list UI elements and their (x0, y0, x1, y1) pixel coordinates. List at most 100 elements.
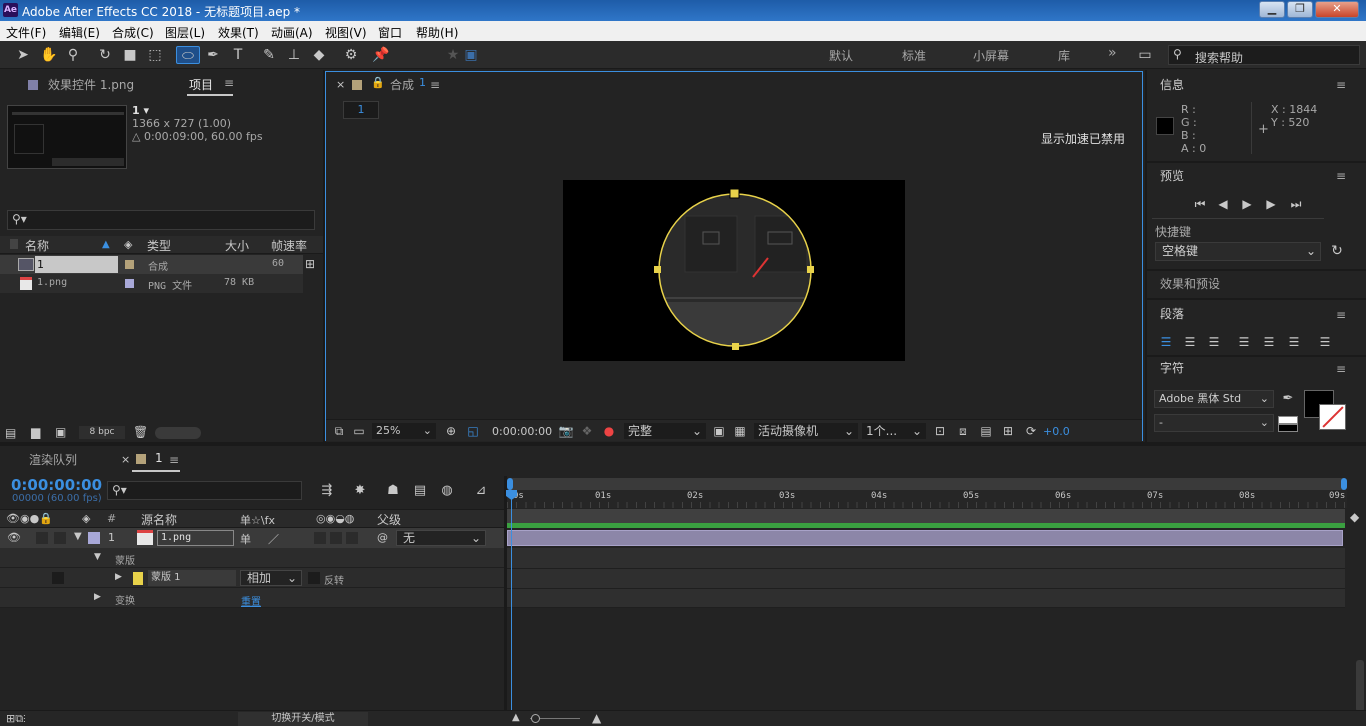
toggle-pixel-aspect-icon[interactable]: ⊡ (931, 422, 949, 440)
resolution-dropdown[interactable]: 完整 ⌄ (624, 423, 706, 439)
monitor-icon[interactable]: ▭ (350, 422, 368, 440)
project-row-png[interactable]: 1.png PNG 文件 78 KB (0, 274, 303, 293)
expand-layer-icon[interactable]: ▼ (74, 531, 82, 542)
reset-exposure-icon[interactable]: ⟳ (1022, 422, 1040, 440)
label-color-swatch[interactable] (125, 279, 134, 288)
flowchart-icon[interactable]: ⊞ (305, 257, 315, 271)
mask-lock-toggle[interactable] (52, 572, 64, 584)
hand-tool-icon[interactable]: ✋ (40, 46, 58, 64)
selection-tool-icon[interactable]: ➤ (14, 46, 32, 64)
delete-icon[interactable]: 🗑 (133, 425, 148, 439)
flowchart-icon[interactable]: ⊞ (999, 422, 1017, 440)
zoom-out-icon[interactable]: ▲ (512, 712, 520, 723)
mask-row[interactable]: ▶ 蒙版 1 相加 ⌄ 反转 (0, 568, 504, 588)
mask-color-swatch[interactable] (133, 572, 143, 585)
help-search-input[interactable]: ⚲ 搜索帮助 (1168, 45, 1360, 65)
justify-all-icon[interactable]: ☰ (1316, 333, 1334, 351)
layer-name[interactable]: 1.png (157, 530, 234, 546)
menu-composition[interactable]: 合成(C) (112, 24, 154, 41)
timeline-scrollbar[interactable] (1356, 660, 1364, 712)
solo-toggle[interactable] (54, 532, 66, 544)
layer-switches-icons[interactable]: ⊞⧉⫶ (6, 712, 26, 726)
quality-switch-icon[interactable]: ／ (268, 531, 279, 547)
rotate-tool-icon[interactable]: ↻ (96, 46, 114, 64)
project-item-name[interactable]: 1 (35, 256, 118, 273)
toggle-switches-modes-button[interactable]: 切换开关/模式 (238, 712, 368, 726)
lock-icon[interactable]: 🔒 (371, 76, 385, 89)
project-search-input[interactable]: ⚲▾ (7, 210, 315, 230)
ellipse-tool-icon[interactable]: ⬭ (176, 46, 200, 64)
mask-visibility-icon[interactable]: ◱ (464, 422, 482, 440)
channels-icon[interactable]: ● (600, 422, 618, 440)
transform-row[interactable]: ▶ 变换 重置 (0, 588, 504, 608)
color-depth-button[interactable]: 8 bpc (79, 426, 125, 439)
minimize-button[interactable]: ▁ (1259, 1, 1285, 18)
tab-effect-controls[interactable]: 效果控件 1.png (48, 76, 134, 93)
column-source-name[interactable]: 源名称 (141, 511, 177, 528)
align-right-icon[interactable]: ☰ (1205, 333, 1223, 351)
eyedropper-icon[interactable]: ✒ (1279, 390, 1297, 408)
tab-timeline-comp[interactable]: 1 (155, 451, 163, 465)
workspace-menu-icon[interactable]: ▭ (1136, 46, 1154, 64)
mask-mode-dropdown[interactable]: 相加 ⌄ (240, 570, 302, 586)
thumbnail-zoom-slider[interactable] (155, 427, 201, 439)
column-name[interactable]: 名称 (25, 237, 49, 254)
layer-row[interactable]: 👁 ▼ 1 1.png 单 ／ @ 无 ⌄ (0, 528, 504, 548)
work-area-range[interactable] (507, 523, 1345, 528)
menu-edit[interactable]: 编辑(E) (59, 24, 100, 41)
transparency-grid-icon[interactable]: ▦ (731, 422, 749, 440)
puppet-pin-tool-icon[interactable]: 📌 (372, 46, 390, 64)
justify-left-icon[interactable]: ☰ (1235, 333, 1253, 351)
snapping-icon[interactable]: ▣ (462, 46, 480, 64)
current-time-display[interactable]: 0:00:00:00 (11, 476, 102, 494)
character-panel-menu-icon[interactable]: ≡ (1336, 362, 1346, 376)
motion-blur-switch[interactable] (330, 532, 342, 544)
camera-view-dropdown[interactable]: 活动摄像机 ⌄ (754, 423, 858, 439)
time-navigator-bar[interactable] (507, 478, 1347, 490)
fast-previews-icon[interactable]: ⧈ (954, 422, 972, 440)
restore-button[interactable]: ❐ (1287, 1, 1313, 18)
expand-transform-icon[interactable]: ▶ (94, 592, 101, 602)
timeline-icon[interactable]: ▤ (977, 422, 995, 440)
tab-render-queue[interactable]: 渲染队列 (29, 451, 77, 468)
mask-vertex-bottom[interactable] (732, 343, 739, 350)
invert-checkbox[interactable] (308, 572, 320, 584)
always-preview-icon[interactable]: ⧉ (330, 422, 348, 440)
column-type[interactable]: 类型 (147, 237, 171, 254)
next-frame-icon[interactable]: ▶ (1262, 195, 1280, 213)
mask-vertex-top[interactable] (729, 188, 740, 199)
new-composition-icon[interactable]: ▣ (55, 425, 66, 439)
camera-tool-icon[interactable]: ■ (121, 46, 139, 64)
frame-blending-icon[interactable]: ▤ (411, 482, 429, 500)
menu-effect[interactable]: 效果(T) (218, 24, 259, 41)
zoom-in-icon[interactable]: ▲ (592, 711, 601, 725)
visibility-eye-icon[interactable]: 👁 (7, 531, 21, 544)
shortcut-dropdown[interactable]: 空格键 ⌄ (1155, 242, 1321, 261)
info-panel-menu-icon[interactable]: ≡ (1336, 78, 1346, 92)
zoom-slider-knob[interactable] (531, 714, 540, 723)
project-row-comp[interactable]: 1 合成 60 (0, 255, 303, 274)
justify-center-icon[interactable]: ☰ (1260, 333, 1278, 351)
eraser-tool-icon[interactable]: ◆ (310, 46, 328, 64)
graph-editor-icon[interactable]: ⊿ (472, 482, 490, 500)
work-area-bar[interactable] (507, 509, 1345, 523)
comp-panel-menu-icon[interactable]: ≡ (430, 78, 440, 92)
last-frame-icon[interactable]: ⏭ (1287, 195, 1305, 213)
menu-file[interactable]: 文件(F) (6, 24, 46, 41)
preview-panel-title[interactable]: 预览 (1160, 167, 1184, 184)
brush-tool-icon[interactable]: ✎ (260, 46, 278, 64)
mask-group-row[interactable]: ▼ 蒙版 (0, 548, 504, 568)
justify-right-icon[interactable]: ☰ (1285, 333, 1303, 351)
close-button[interactable]: ✕ (1315, 1, 1359, 18)
comp-name-label[interactable]: 1 ▾ (132, 104, 149, 117)
white-swatch[interactable] (1278, 416, 1298, 424)
frame-blend-switch[interactable] (314, 532, 326, 544)
workspace-small-screen[interactable]: 小屏幕 (973, 47, 1009, 64)
audio-toggle[interactable] (36, 532, 48, 544)
preview-panel-menu-icon[interactable]: ≡ (1336, 169, 1346, 183)
zoom-tool-icon[interactable]: ⚲ (64, 46, 82, 64)
label-color-swatch[interactable] (125, 260, 134, 269)
clone-stamp-tool-icon[interactable]: ⊥ (285, 46, 303, 64)
character-panel-title[interactable]: 字符 (1160, 359, 1184, 376)
effects-presets-title[interactable]: 效果和预设 (1160, 275, 1220, 292)
